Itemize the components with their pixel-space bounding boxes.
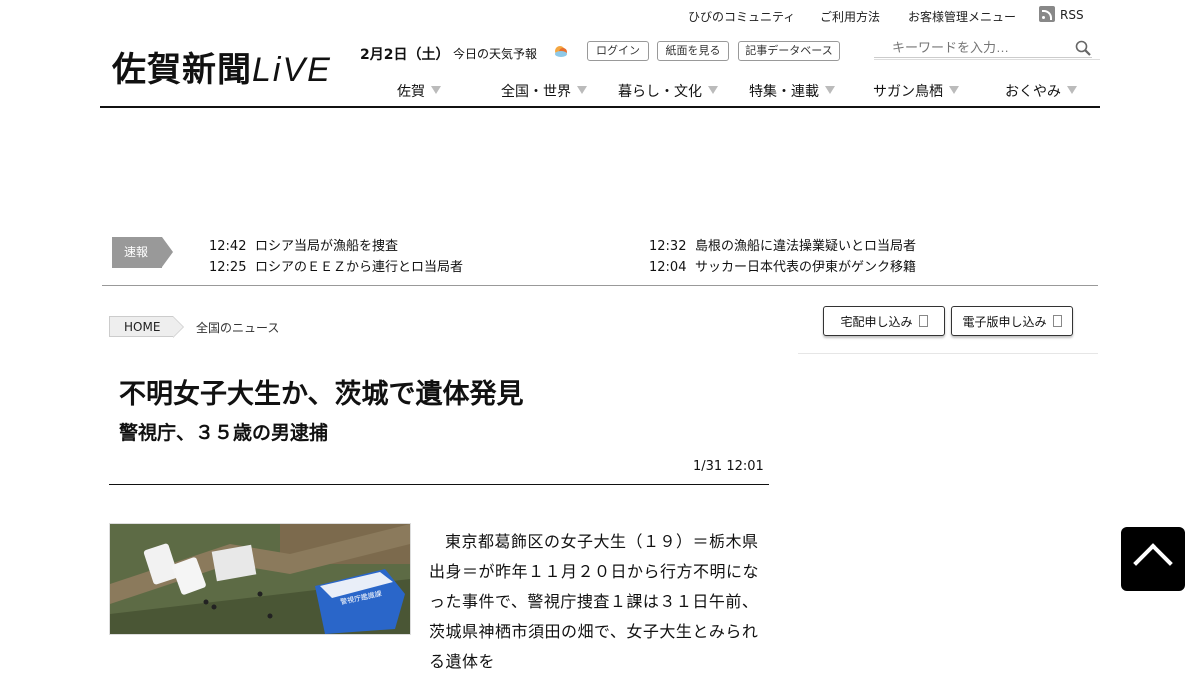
nav-saga[interactable]: 佐賀 (397, 81, 441, 101)
dropdown-icon (1067, 86, 1077, 94)
breaking-item[interactable]: 12:32 島根の漁船に違法操業疑いとロ当局者 (649, 235, 916, 254)
nav-divider (100, 106, 1100, 108)
nav-sagan-tosu[interactable]: サガン鳥栖 (873, 81, 959, 101)
button-label: 電子版申し込み (962, 315, 1047, 329)
breaking-time: 12:32 (649, 239, 687, 254)
breaking-text: サッカー日本代表の伊東がゲンク移籍 (695, 260, 917, 275)
nav-label: 暮らし・文化 (618, 84, 702, 100)
article-body: 東京都葛飾区の女子大生（１９）＝栃木県出身＝が昨年１１月２０日から行方不明になっ… (429, 527, 769, 677)
breaking-text: 島根の漁船に違法操業疑いとロ当局者 (695, 239, 917, 254)
dropdown-icon (949, 86, 959, 94)
current-date: 2月2日（土） (360, 47, 450, 63)
util-link-account[interactable]: お客様管理メニュー (908, 8, 1016, 25)
digital-subscribe-button[interactable]: 電子版申し込み (951, 306, 1073, 336)
archive-button[interactable]: 記事データベース (738, 41, 840, 61)
weather-link[interactable]: 今日の天気予報 (453, 45, 537, 62)
site-logo[interactable]: 佐賀新聞LiVE (112, 42, 332, 91)
article-headline: 不明女子大生か、茨城で遺体発見 (119, 379, 524, 410)
button-label: 宅配申し込み (840, 315, 913, 329)
breaking-divider (102, 285, 1098, 286)
rss-icon[interactable] (1039, 6, 1055, 22)
breaking-label: 速報 (112, 237, 173, 268)
external-link-icon (918, 314, 928, 327)
breaking-item[interactable]: 12:25 ロシアのＥＥＺから連行とロ当局者 (209, 256, 463, 275)
nav-label: 全国・世界 (501, 84, 571, 100)
dropdown-icon (577, 86, 587, 94)
delivery-subscribe-button[interactable]: 宅配申し込み (823, 306, 945, 336)
login-button[interactable]: ログイン (587, 41, 649, 61)
breaking-time: 12:42 (209, 239, 247, 254)
breadcrumb-home[interactable]: HOME (109, 316, 184, 338)
nav-label: 特集・連載 (749, 84, 819, 100)
logo-live: LiVE (252, 51, 332, 89)
nav-label: サガン鳥栖 (873, 84, 943, 100)
breaking-item[interactable]: 12:04 サッカー日本代表の伊東がゲンク移籍 (649, 256, 916, 275)
logo-kanji: 佐賀新聞 (112, 50, 252, 90)
search-icon[interactable] (1075, 40, 1091, 56)
back-to-top-button[interactable] (1121, 527, 1185, 591)
weather-icon[interactable] (553, 43, 569, 59)
article-divider (109, 484, 769, 485)
util-link-usage[interactable]: ご利用方法 (820, 8, 880, 25)
external-link-icon (1052, 314, 1062, 327)
article-date: 1/31 12:01 (693, 459, 764, 474)
search-underline (874, 59, 1100, 60)
nav-obituary[interactable]: おくやみ (1005, 81, 1077, 101)
util-link-rss[interactable]: RSS (1060, 8, 1084, 22)
nav-life[interactable]: 暮らし・文化 (618, 81, 718, 101)
breadcrumb-current: 全国のニュース (196, 321, 280, 335)
nav-national[interactable]: 全国・世界 (501, 81, 587, 101)
breaking-text: ロシア当局が漁船を捜査 (255, 239, 399, 254)
nav-label: おくやみ (1005, 84, 1061, 100)
article-photo[interactable]: 警視庁鑑識課 (109, 523, 411, 635)
dropdown-icon (708, 86, 718, 94)
dropdown-icon (431, 86, 441, 94)
paper-view-button[interactable]: 紙面を見る (657, 41, 729, 61)
article-subhead: 警視庁、３５歳の男逮捕 (119, 422, 329, 444)
search-input[interactable] (874, 37, 1092, 58)
nav-features[interactable]: 特集・連載 (749, 81, 835, 101)
breaking-item[interactable]: 12:42 ロシア当局が漁船を捜査 (209, 235, 398, 254)
nav-label: 佐賀 (397, 84, 425, 100)
breaking-time: 12:25 (209, 260, 247, 275)
article-paragraph: 東京都葛飾区の女子大生（１９）＝栃木県出身＝が昨年１１月２０日から行方不明になっ… (429, 532, 760, 671)
util-link-community[interactable]: ひびのコミュニティ (688, 8, 795, 25)
breaking-text: ロシアのＥＥＺから連行とロ当局者 (255, 260, 464, 275)
dropdown-icon (825, 86, 835, 94)
breaking-time: 12:04 (649, 260, 687, 275)
photo-scene: 警視庁鑑識課 (110, 524, 410, 634)
sidebar-divider (798, 353, 1098, 354)
